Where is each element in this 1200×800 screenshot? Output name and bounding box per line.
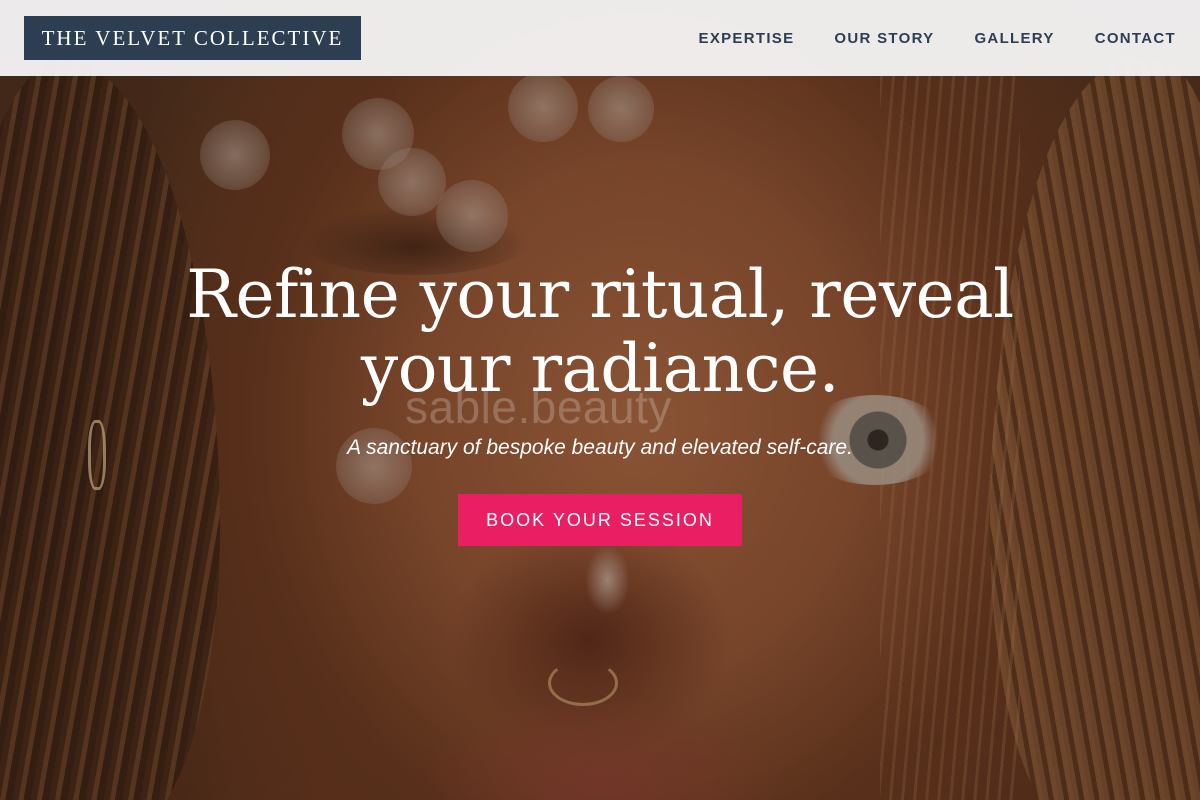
- book-session-button[interactable]: BOOK YOUR SESSION: [458, 494, 742, 546]
- hero-section: Refine your ritual, reveal your radiance…: [0, 258, 1200, 546]
- hero-subtitle: A sanctuary of bespoke beauty and elevat…: [347, 436, 853, 459]
- main-nav: EXPERTISE OUR STORY GALLERY CONTACT: [699, 30, 1176, 47]
- nav-link-gallery[interactable]: GALLERY: [974, 30, 1054, 47]
- nav-link-our-story[interactable]: OUR STORY: [834, 30, 934, 47]
- hero-headline: Refine your ritual, reveal your radiance…: [186, 256, 1014, 407]
- brand-logo[interactable]: THE VELVET COLLECTIVE: [24, 16, 361, 60]
- top-navbar: THE VELVET COLLECTIVE EXPERTISE OUR STOR…: [0, 0, 1200, 76]
- nav-link-expertise[interactable]: EXPERTISE: [699, 30, 795, 47]
- nav-link-contact[interactable]: CONTACT: [1095, 30, 1176, 47]
